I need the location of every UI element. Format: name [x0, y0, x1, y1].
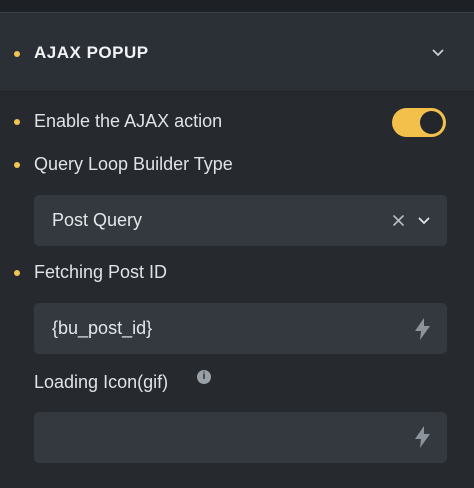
bolt-icon[interactable]	[415, 318, 430, 340]
section-header[interactable]: AJAX POPUP	[0, 12, 474, 92]
enable-ajax-label: Enable the AJAX action	[34, 111, 223, 131]
query-loop-type-value: Post Query	[52, 210, 143, 230]
chevron-down-icon[interactable]	[418, 217, 430, 225]
info-icon[interactable]: i	[197, 370, 211, 384]
loading-icon-field	[34, 412, 447, 463]
control-indicator-dot	[14, 162, 20, 168]
close-icon[interactable]	[393, 215, 404, 226]
loading-icon-input[interactable]	[34, 412, 404, 463]
fetching-post-id-field	[34, 303, 447, 354]
bolt-icon[interactable]	[415, 426, 430, 448]
loading-icon-label: Loading Icon(gif)	[34, 372, 169, 392]
enable-ajax-toggle[interactable]	[392, 108, 446, 137]
fetching-post-id-label: Fetching Post ID	[34, 262, 168, 282]
panel-top-strip	[0, 0, 474, 12]
control-indicator-dot	[14, 270, 20, 276]
query-loop-type-select[interactable]: Post Query	[34, 195, 447, 246]
chevron-down-icon[interactable]	[432, 49, 444, 57]
query-loop-type-label: Query Loop Builder Type	[34, 154, 233, 174]
section-indicator-dot	[14, 51, 20, 57]
control-indicator-dot	[14, 119, 20, 125]
toggle-knob	[420, 111, 443, 134]
section-title: AJAX POPUP	[34, 43, 149, 62]
fetching-post-id-input[interactable]	[34, 303, 404, 354]
